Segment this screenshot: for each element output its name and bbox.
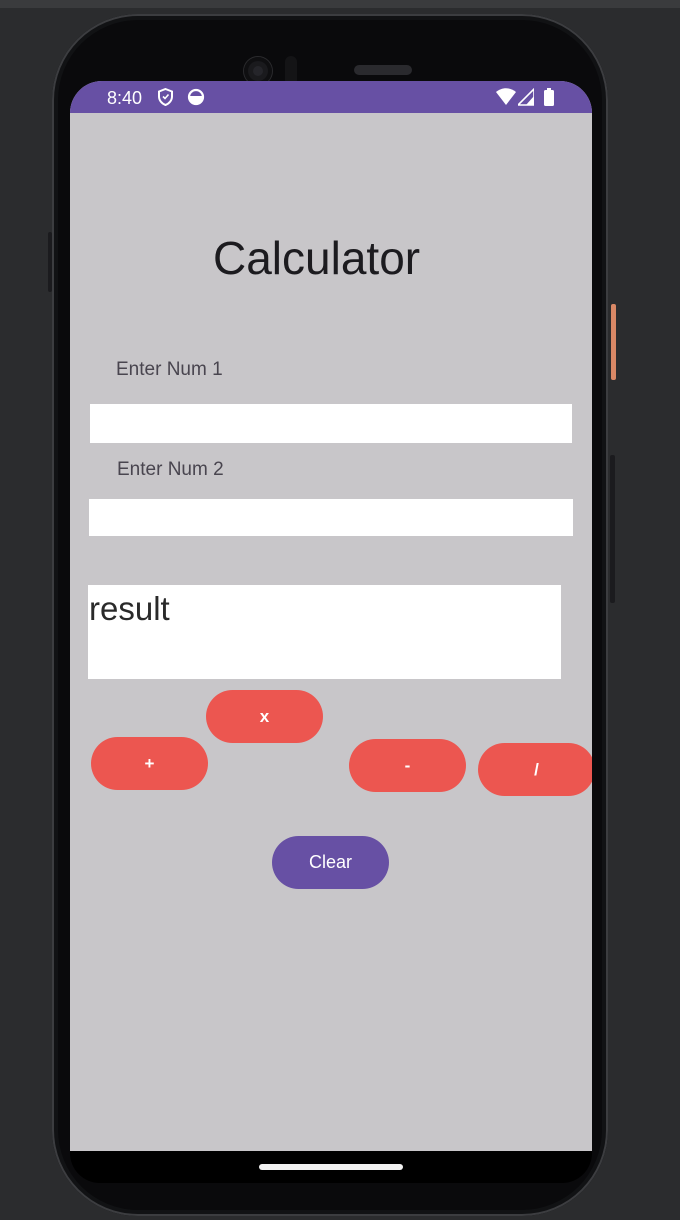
- page-title: Calculator: [213, 232, 421, 284]
- multiply-button[interactable]: x: [206, 690, 323, 743]
- battery-icon: [544, 88, 554, 106]
- num1-label: Enter Num 1: [116, 359, 223, 380]
- add-button[interactable]: +: [91, 737, 208, 790]
- status-bar: 8:40: [70, 81, 592, 113]
- num2-input[interactable]: [89, 499, 573, 536]
- status-time: 8:40: [107, 88, 143, 108]
- power-button[interactable]: [611, 304, 616, 380]
- home-gesture-handle[interactable]: [259, 1164, 403, 1170]
- window-top-strip: [0, 0, 680, 8]
- app-screen: 8:40 Calculator Enter Num 1 Enter Num 2 …: [70, 81, 592, 1151]
- volume-rocker[interactable]: [610, 455, 615, 603]
- result-display: result: [88, 585, 561, 679]
- navigation-bar: [70, 1151, 592, 1183]
- wifi-icon: [496, 88, 516, 105]
- divide-button[interactable]: /: [478, 743, 592, 796]
- clear-button[interactable]: Clear: [272, 836, 389, 889]
- subtract-button[interactable]: -: [349, 739, 466, 792]
- signal-icon: [518, 88, 534, 106]
- num2-label: Enter Num 2: [117, 459, 224, 480]
- shield-icon: [158, 88, 173, 106]
- data-saver-icon: [187, 88, 205, 106]
- earpiece-speaker: [354, 65, 412, 75]
- side-button-left: [48, 232, 52, 292]
- num1-input[interactable]: [90, 404, 572, 443]
